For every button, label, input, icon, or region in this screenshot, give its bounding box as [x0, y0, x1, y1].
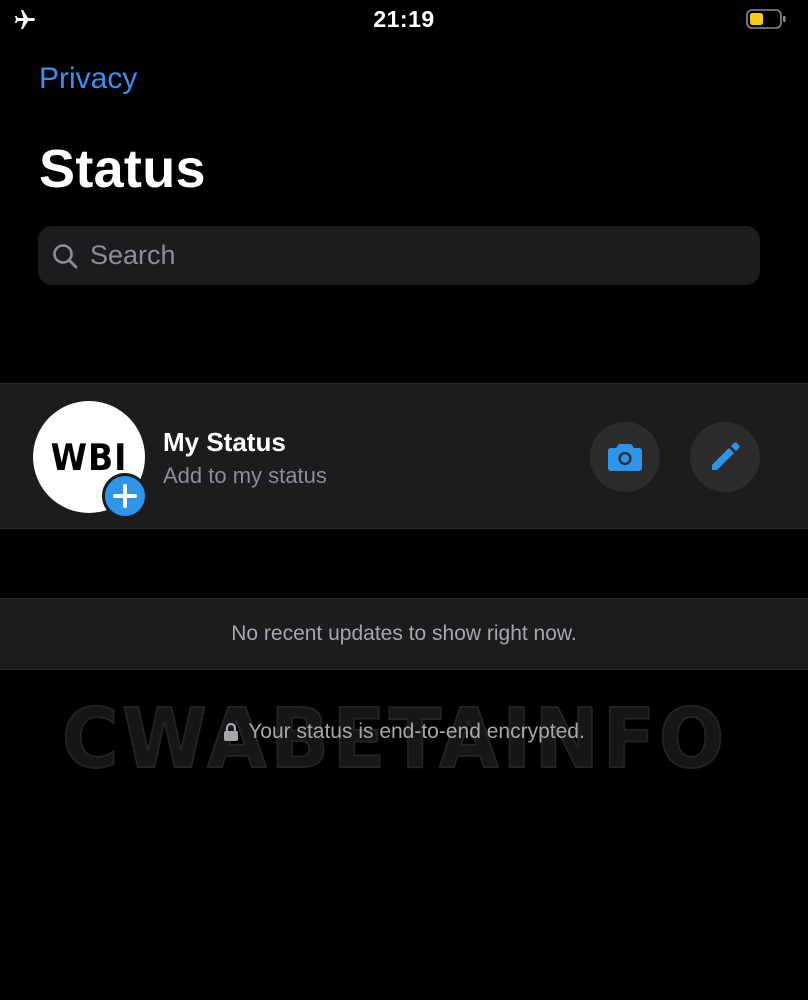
- edit-text-status-button[interactable]: [690, 422, 760, 492]
- camera-button[interactable]: [590, 422, 660, 492]
- back-link-privacy[interactable]: Privacy: [39, 62, 137, 96]
- no-updates-text: No recent updates to show right now.: [231, 622, 577, 645]
- pencil-icon: [712, 442, 740, 470]
- my-status-row[interactable]: WBI My Status Add to my status: [0, 383, 808, 529]
- camera-icon: [608, 444, 642, 471]
- page-title: Status: [39, 139, 206, 199]
- status-bar: 21:19: [0, 0, 808, 40]
- status-screen: 21:19 Privacy Status WBI My Status Add t…: [0, 0, 808, 1000]
- clock: 21:19: [373, 6, 435, 32]
- encryption-note[interactable]: Your status is end-to-end encrypted.: [0, 720, 808, 744]
- add-status-badge[interactable]: [102, 473, 148, 519]
- avatar-logo-text: WBI: [50, 435, 128, 479]
- search-bar[interactable]: [38, 226, 760, 285]
- battery-low-icon: [746, 9, 786, 29]
- my-status-name: My Status: [163, 427, 286, 457]
- encryption-note-text: Your status is end-to-end encrypted.: [248, 720, 585, 743]
- no-updates-message: No recent updates to show right now.: [0, 598, 808, 670]
- plus-icon: [113, 484, 137, 508]
- lock-icon: [224, 722, 239, 741]
- search-input[interactable]: [90, 240, 760, 271]
- search-icon: [53, 243, 78, 268]
- my-status-subtitle: Add to my status: [163, 463, 327, 488]
